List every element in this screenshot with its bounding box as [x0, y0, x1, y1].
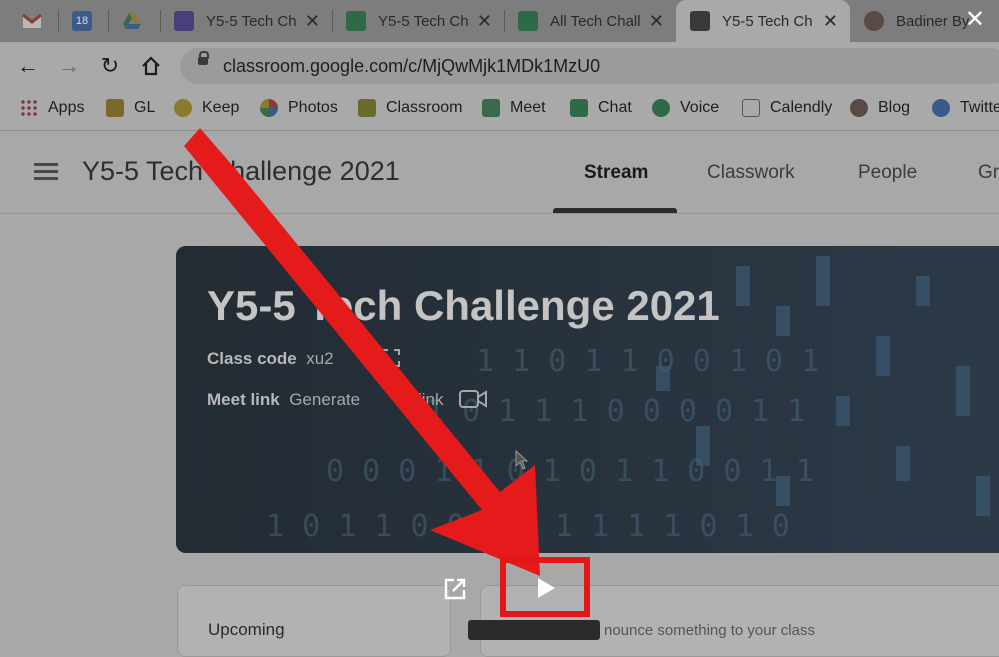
profile-icon: [864, 11, 884, 31]
tab-drive[interactable]: [108, 0, 160, 42]
bookmark-label: Chat: [598, 99, 632, 116]
bookmark-label: Twitte: [960, 99, 999, 116]
classroom-icon: [358, 99, 376, 117]
tab-people[interactable]: People: [858, 162, 917, 184]
tab-sheets-2[interactable]: All Tech Chall ✕: [504, 0, 676, 42]
meet-link-suffix[interactable]: link: [418, 390, 444, 410]
tab-title: Y5-5 Tech Ch: [378, 12, 469, 30]
bookmark-voice[interactable]: Voice: [652, 96, 719, 120]
bookmark-label: Photos: [288, 99, 338, 116]
lock-icon: [198, 51, 209, 65]
forward-icon[interactable]: →: [55, 52, 83, 80]
bookmark-label: Keep: [202, 99, 240, 116]
tab-calendar[interactable]: 18: [58, 0, 108, 42]
profile-icon: [850, 99, 868, 117]
tab-title: Y5-5 Tech Ch: [722, 12, 813, 30]
apps-grid-icon: [20, 99, 38, 117]
bookmark-twitter[interactable]: Twitte: [932, 96, 999, 120]
bookmark-calendly[interactable]: Calendly: [742, 96, 832, 120]
bookmark-label: Calendly: [770, 99, 833, 116]
video-camera-icon[interactable]: [459, 388, 487, 410]
active-tab-indicator: [553, 208, 677, 213]
svg-text:0 0 0 1 1 0 1 0 1 1 0 0 1 1: 0 0 0 1 1 0 1 0 1 1 0 0 1 1: [326, 454, 814, 489]
bookmark-meet[interactable]: Meet: [482, 96, 546, 120]
tab-forms[interactable]: Y5-5 Tech Ch ✕: [160, 0, 332, 42]
close-tab-icon[interactable]: ✕: [823, 11, 838, 32]
bookmark-label: Apps: [48, 99, 85, 116]
tab-grades[interactable]: Gr: [978, 162, 999, 184]
calendar-icon: 18: [72, 11, 92, 31]
tab-title: Badiner By: [896, 12, 970, 30]
reload-icon[interactable]: ↻: [96, 52, 124, 80]
upcoming-heading: Upcoming: [208, 620, 285, 639]
photos-icon: [260, 99, 278, 117]
phone-icon: [652, 99, 670, 117]
back-icon[interactable]: ←: [14, 52, 42, 80]
tab-strip: 18 Y5-5 Tech Ch ✕ Y5-5 Tech Ch ✕ All Tec…: [0, 0, 999, 42]
banner-title: Y5-5 Tech Challenge 2021: [207, 282, 720, 329]
svg-text:1 0 1 1 0 0 1 0 1 1 1 1 0 1 0: 1 0 1 1 0 0 1 0 1 1 1 1 0 1 0: [266, 509, 790, 544]
keep-icon: [174, 99, 192, 117]
svg-text:1 1 0 1 1 0 0 1 0 1: 1 1 0 1 1 0 0 1 0 1: [476, 344, 819, 379]
tab-gmail[interactable]: [8, 0, 58, 42]
bookmark-label: Meet: [510, 99, 546, 116]
class-code-row: Class code xu2: [207, 349, 334, 369]
mouse-cursor-icon: [515, 449, 529, 475]
bookmark-blog[interactable]: Blog: [850, 96, 910, 120]
twitter-icon: [932, 99, 950, 117]
bookmark-apps[interactable]: Apps: [20, 96, 84, 120]
tab-classwork[interactable]: Classwork: [707, 162, 795, 184]
bookmark-label: GL: [134, 99, 156, 116]
gl-icon: [106, 99, 124, 117]
tab-sheets-1[interactable]: Y5-5 Tech Ch ✕: [332, 0, 504, 42]
divider: [0, 213, 999, 214]
close-icon[interactable]: ✕: [965, 8, 985, 32]
tooltip: [468, 620, 600, 640]
class-code-value[interactable]: xu2: [306, 349, 333, 368]
sheets-icon: [518, 11, 538, 31]
bookmark-label: Classroom: [386, 99, 463, 116]
sheets-icon: [346, 11, 366, 31]
tab-title: Y5-5 Tech Ch: [206, 12, 297, 30]
forms-icon: [174, 11, 194, 31]
course-title[interactable]: Y5-5 Tech Challenge 2021: [82, 156, 400, 187]
bookmark-gl[interactable]: GL: [106, 96, 155, 120]
announce-placeholder[interactable]: nounce something to your class: [604, 622, 815, 639]
fullscreen-icon[interactable]: [382, 349, 400, 367]
chat-icon: [570, 99, 588, 117]
tab-title: All Tech Chall: [550, 12, 641, 30]
tab-classroom-active[interactable]: Y5-5 Tech Ch ✕: [676, 0, 850, 42]
menu-icon[interactable]: [34, 163, 58, 181]
close-tab-icon[interactable]: ✕: [649, 11, 664, 32]
bookmark-keep[interactable]: Keep: [174, 96, 239, 120]
bookmark-label: Voice: [680, 99, 720, 116]
bookmark-classroom[interactable]: Classroom: [358, 96, 462, 120]
close-tab-icon[interactable]: ✕: [477, 11, 492, 32]
close-tab-icon[interactable]: ✕: [305, 11, 320, 32]
open-in-new-icon[interactable]: [444, 578, 466, 600]
drive-icon: [122, 11, 142, 31]
bookmark-chat[interactable]: Chat: [570, 96, 632, 120]
class-code-label: Class code: [207, 349, 297, 368]
generate-link[interactable]: Generate: [289, 390, 360, 409]
bookmark-label: Blog: [878, 99, 911, 116]
tab-stream[interactable]: Stream: [584, 162, 648, 184]
meet-link-row: Meet link Generate: [207, 390, 360, 410]
meet-link-label: Meet link: [207, 390, 280, 409]
url-text[interactable]: classroom.google.com/c/MjQwMjk1MDk1MzU0: [223, 56, 600, 77]
bookmark-photos[interactable]: Photos: [260, 96, 338, 120]
classroom-icon: [690, 11, 710, 31]
gmail-icon: [22, 11, 42, 31]
meet-icon: [482, 99, 500, 117]
calendly-icon: [742, 99, 760, 117]
play-icon[interactable]: [538, 578, 555, 598]
home-icon[interactable]: [137, 52, 165, 80]
